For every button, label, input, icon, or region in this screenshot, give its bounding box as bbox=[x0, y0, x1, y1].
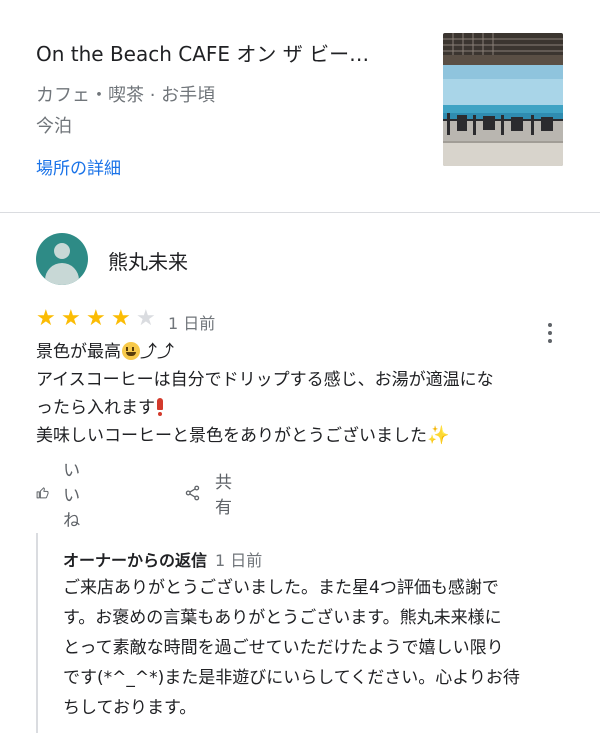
place-area: 今泊 bbox=[36, 116, 72, 137]
thumb-up-icon bbox=[36, 487, 49, 499]
review-line-text: 美味しいコーヒーと景色をありがとうございました bbox=[36, 426, 427, 446]
owner-reply-line: ちしております。 bbox=[63, 698, 197, 718]
share-label: 共有 bbox=[214, 473, 232, 518]
owner-reply-text: ご来店ありがとうございました。また星4つ評価も感謝で す。お褒めの言葉もありがと… bbox=[63, 573, 568, 723]
place-name[interactable]: On the Beach CAFE オン ザ ビー… bbox=[36, 38, 426, 67]
avatar[interactable] bbox=[36, 233, 88, 285]
share-button[interactable]: 共有 bbox=[184, 473, 239, 518]
review-line: ったら入れます bbox=[36, 394, 564, 422]
owner-reply-title: オーナーからの返信 bbox=[63, 551, 208, 570]
more-vert-dot bbox=[548, 323, 552, 327]
place-photo[interactable] bbox=[443, 33, 563, 166]
review-line: 景色が最高 ⤴⤴ bbox=[36, 338, 564, 366]
review-date: 1 日前 bbox=[168, 314, 216, 333]
like-label: いいね bbox=[63, 460, 81, 531]
star-icon: ★ bbox=[86, 306, 106, 331]
section-divider bbox=[0, 212, 600, 213]
share-icon bbox=[185, 485, 200, 501]
like-button[interactable]: いいね bbox=[36, 461, 91, 531]
review-line: アイスコーヒーは自分でドリップする感じ、お湯が適温にな bbox=[36, 370, 494, 390]
sparkles-emoji-icon: ✨ bbox=[427, 425, 450, 446]
place-card: On the Beach CAFE オン ザ ビー… カフェ・喫茶 · お手頃 … bbox=[0, 0, 600, 212]
place-photo-image bbox=[443, 33, 563, 166]
arrow-up-emoji-icon: ⤴⤴ bbox=[140, 342, 174, 362]
star-icon: ★ bbox=[136, 306, 156, 331]
owner-reply: オーナーからの返信 1 日前 ご来店ありがとうございました。また星4つ評価も感謝で… bbox=[36, 533, 564, 733]
more-vert-dot bbox=[548, 331, 552, 335]
review-line-text: 景色が最高 bbox=[36, 342, 121, 362]
owner-reply-line: す。お褒めの言葉もありがとうございます。熊丸未来様に bbox=[63, 608, 502, 628]
avatar-head bbox=[54, 243, 70, 259]
place-category: カフェ・喫茶 · お手頃 bbox=[36, 85, 216, 106]
owner-reply-line: とって素敵な時間を過ごせていただけたようで嬉しい限り bbox=[63, 638, 504, 658]
star-icon: ★ bbox=[61, 306, 81, 331]
owner-reply-line: です(*^_^*)また是非遊びにいらしてください。心よりお待 bbox=[63, 668, 520, 688]
reviewer-name[interactable]: 熊丸未来 bbox=[108, 246, 188, 275]
owner-reply-date: 1 日前 bbox=[215, 551, 263, 570]
review-line-text: ったら入れます bbox=[36, 398, 155, 418]
avatar-body bbox=[45, 263, 79, 285]
owner-reply-line: ご来店ありがとうございました。また星4つ評価も感謝で bbox=[63, 578, 499, 598]
review-text: 景色が最高 ⤴⤴ アイスコーヒーは自分でドリップする感じ、お湯が適温にな ったら入… bbox=[36, 338, 564, 450]
review-line: 美味しいコーヒーと景色をありがとうございました✨ bbox=[36, 422, 564, 450]
star-rating: ★ ★ ★ ★ ★ bbox=[36, 307, 161, 331]
exclamation-emoji-icon bbox=[157, 398, 163, 416]
star-icon: ★ bbox=[111, 306, 131, 331]
owner-reply-header: オーナーからの返信 1 日前 bbox=[63, 547, 262, 571]
star-icon: ★ bbox=[36, 306, 56, 331]
smiley-emoji-icon bbox=[122, 342, 140, 360]
place-details-link[interactable]: 場所の詳細 bbox=[36, 154, 121, 179]
